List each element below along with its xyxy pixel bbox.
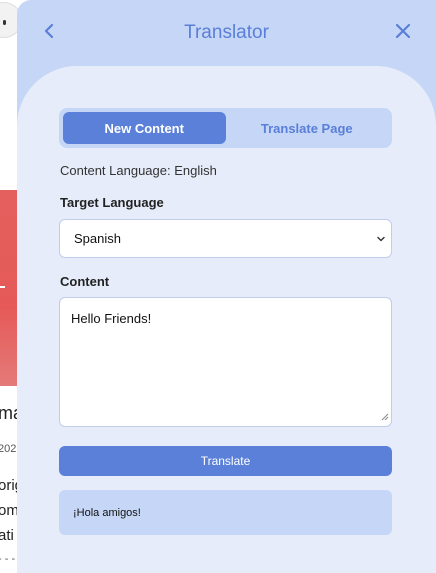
background-text-fragment: - - -	[0, 553, 16, 565]
resize-grip-icon[interactable]	[381, 409, 389, 424]
close-icon	[395, 23, 411, 44]
translate-button[interactable]: Translate	[59, 446, 392, 476]
content-card: New Content Translate Page Content Langu…	[17, 66, 436, 573]
target-language-label: Target Language	[60, 195, 164, 210]
content-language-text: Content Language: English	[60, 163, 217, 178]
tab-new-content[interactable]: New Content	[63, 112, 226, 144]
translation-result-text: ¡Hola amigos!	[73, 506, 141, 519]
translator-panel: Translator New Content Translate Page Co…	[17, 0, 436, 573]
background-banner-mark	[0, 286, 5, 288]
chevron-down-icon	[376, 232, 386, 247]
target-language-value: Spanish	[74, 231, 121, 246]
mode-tabs: New Content Translate Page	[59, 108, 392, 148]
panel-title: Translator	[184, 22, 269, 43]
background-avatar-mark	[3, 20, 6, 25]
content-label: Content	[60, 274, 110, 289]
content-value: Hello Friends!	[71, 311, 152, 326]
content-textarea[interactable]: Hello Friends!	[59, 297, 392, 427]
tab-translate-page[interactable]: Translate Page	[226, 112, 389, 144]
target-language-select[interactable]: Spanish	[59, 219, 392, 258]
translation-result: ¡Hola amigos!	[59, 490, 392, 535]
screen: mar 202 orig om ati - - - Translator	[0, 0, 436, 573]
background-text-fragment: ati	[0, 527, 14, 544]
close-button[interactable]	[388, 18, 418, 48]
panel-header: Translator	[17, 0, 436, 66]
background-text-fragment: 202	[0, 443, 17, 455]
